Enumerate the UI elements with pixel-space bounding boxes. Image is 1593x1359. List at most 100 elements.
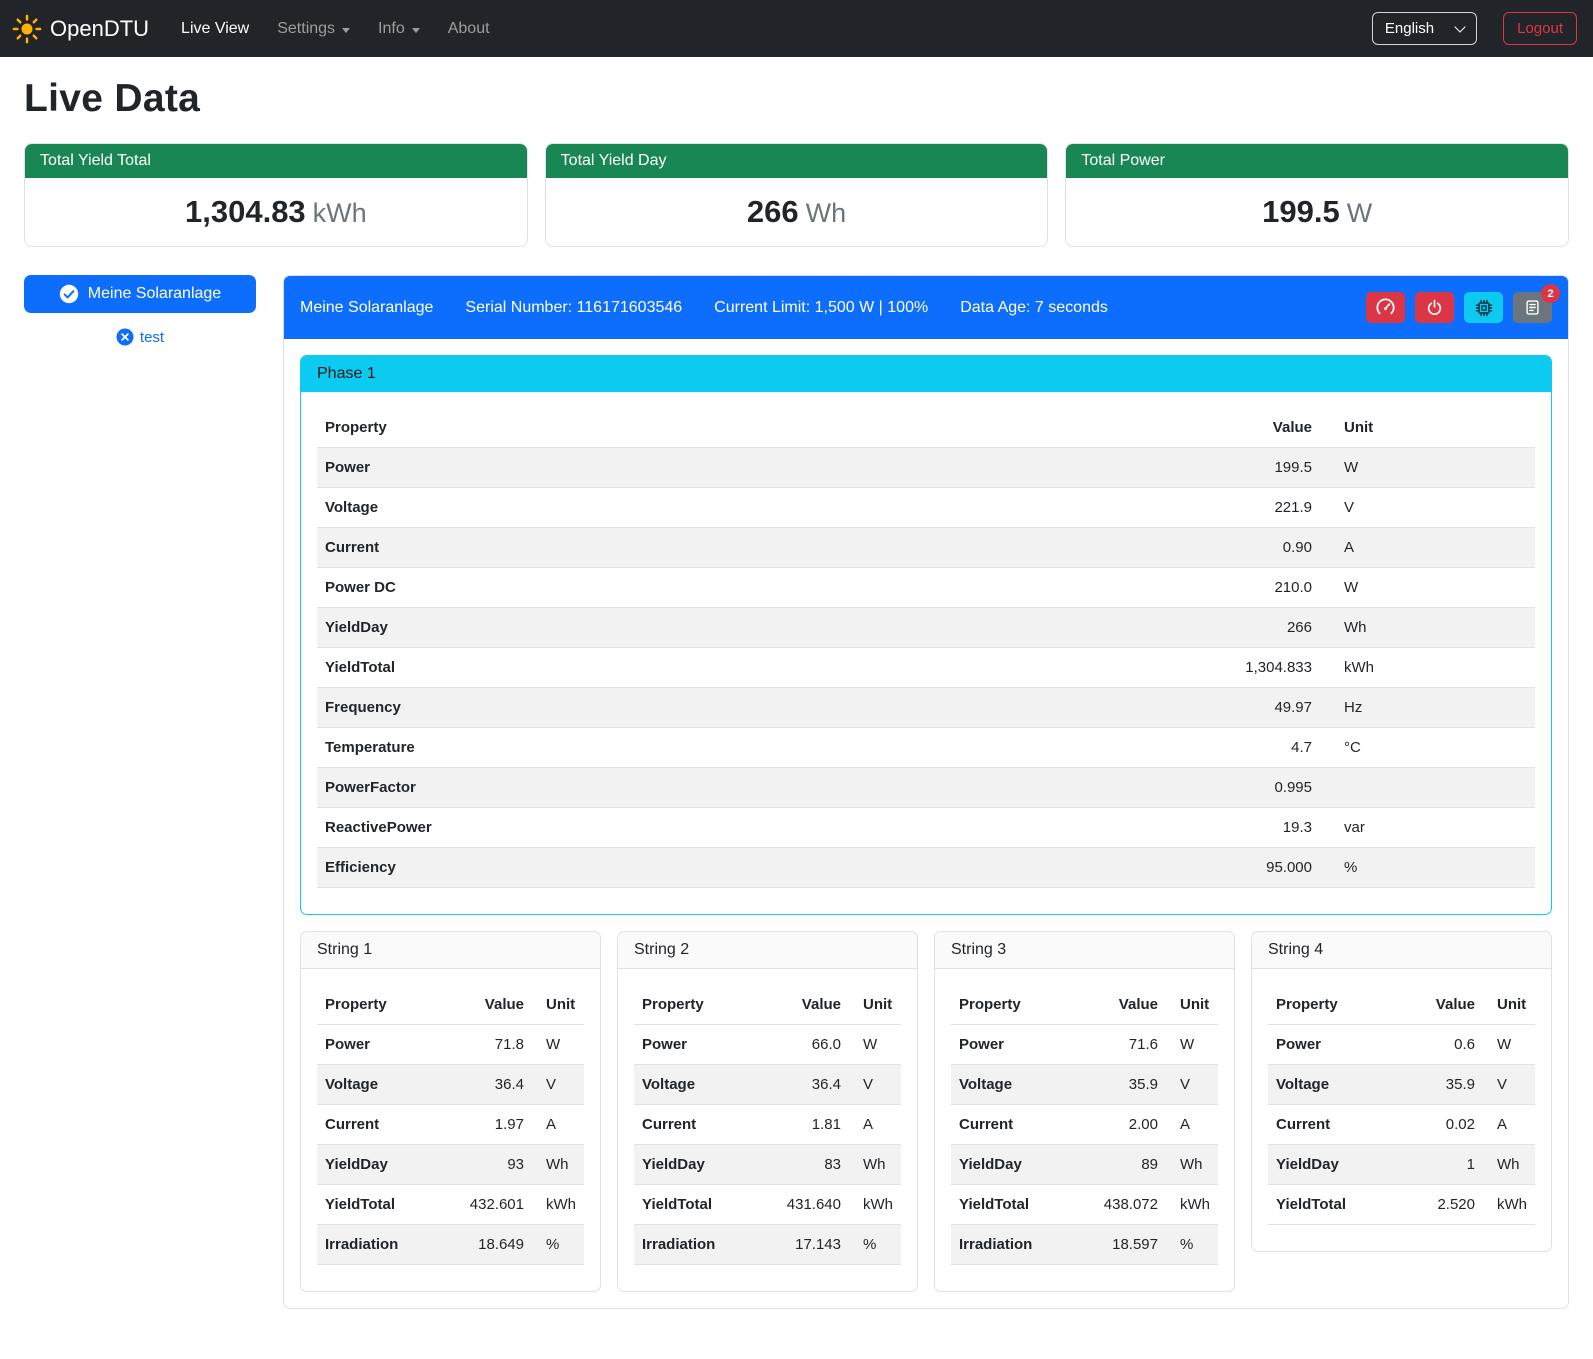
brand-logo[interactable]: OpenDTU	[12, 14, 149, 44]
value-cell: 199.5	[916, 448, 1320, 488]
navbar-right: English Logout	[1372, 12, 1577, 45]
unit-cell: V	[1483, 1065, 1535, 1105]
value-cell: 1.97	[437, 1105, 532, 1145]
unit-cell: kWh	[1166, 1185, 1218, 1225]
caret-down-icon	[342, 28, 350, 33]
unit-cell: W	[1166, 1025, 1218, 1065]
property-cell: Current	[317, 528, 916, 568]
inverter-card: Meine Solaranlage Serial Number: 1161716…	[283, 275, 1569, 1309]
col-header-property: Property	[1268, 985, 1399, 1025]
event-count-badge: 2	[1541, 284, 1560, 303]
string-table: Property Value Unit Power71.6WVoltage35.…	[951, 985, 1218, 1265]
unit-cell: W	[1483, 1025, 1535, 1065]
property-cell: Power	[317, 1025, 437, 1065]
table-row: YieldDay266Wh	[317, 608, 1535, 648]
table-row: YieldTotal432.601kWh	[317, 1185, 584, 1225]
table-header-row: Property Value Unit	[634, 985, 901, 1025]
property-cell: Current	[317, 1105, 437, 1145]
unit-cell: kWh	[1320, 648, 1535, 688]
limit-settings-button[interactable]	[1366, 292, 1405, 323]
value-cell: 431.640	[754, 1185, 849, 1225]
table-row: Efficiency95.000%	[317, 848, 1535, 888]
logout-button[interactable]: Logout	[1503, 12, 1577, 45]
col-header-unit: Unit	[1483, 985, 1535, 1025]
nav-item-settings[interactable]: Settings	[263, 12, 364, 46]
nav-item-about[interactable]: About	[434, 12, 504, 46]
unit-cell: A	[1483, 1105, 1535, 1145]
property-cell: Power	[1268, 1025, 1399, 1065]
table-row: Power71.8W	[317, 1025, 584, 1065]
nav-label: Live View	[181, 20, 249, 38]
table-row: Power71.6W	[951, 1025, 1218, 1065]
table-row: Current2.00A	[951, 1105, 1218, 1145]
property-cell: YieldTotal	[634, 1185, 754, 1225]
sidebar-item-test-inverter[interactable]: test	[24, 328, 256, 346]
property-cell: Voltage	[317, 488, 916, 528]
nav-item-live-view[interactable]: Live View	[167, 12, 263, 46]
table-row: Current1.97A	[317, 1105, 584, 1145]
col-header-unit: Unit	[1320, 408, 1535, 448]
nav-item-info[interactable]: Info	[364, 12, 434, 46]
event-log-button[interactable]: 2	[1513, 292, 1552, 323]
property-cell: Power DC	[317, 568, 916, 608]
col-header-value: Value	[1071, 985, 1166, 1025]
property-cell: ReactivePower	[317, 808, 916, 848]
value-cell: 35.9	[1399, 1065, 1483, 1105]
unit-cell: V	[849, 1065, 901, 1105]
table-row: Current1.81A	[634, 1105, 901, 1145]
card-total-power: Total Power 199.5W	[1065, 143, 1569, 247]
property-cell: YieldDay	[951, 1145, 1071, 1185]
unit-cell: Wh	[1166, 1145, 1218, 1185]
value-cell: 71.6	[1071, 1025, 1166, 1065]
string-card-3: String 3 Property Value Unit	[934, 931, 1235, 1292]
col-header-property: Property	[951, 985, 1071, 1025]
unit-cell: W	[849, 1025, 901, 1065]
table-row: Frequency49.97Hz	[317, 688, 1535, 728]
table-row: Temperature4.7°C	[317, 728, 1535, 768]
table-header-row: Property Value Unit	[1268, 985, 1535, 1025]
unit-cell: W	[1320, 568, 1535, 608]
table-row: ReactivePower19.3var	[317, 808, 1535, 848]
value-cell: 4.7	[916, 728, 1320, 768]
unit-cell: %	[1166, 1225, 1218, 1265]
value-cell: 35.9	[1071, 1065, 1166, 1105]
property-cell: Voltage	[1268, 1065, 1399, 1105]
table-row: YieldTotal438.072kWh	[951, 1185, 1218, 1225]
value-cell: 95.000	[916, 848, 1320, 888]
value-cell: 0.90	[916, 528, 1320, 568]
unit-cell: Wh	[1320, 608, 1535, 648]
unit-cell: A	[532, 1105, 584, 1145]
sidebar-item-label: test	[140, 329, 164, 346]
table-row: Power199.5W	[317, 448, 1535, 488]
value-cell: 0.6	[1399, 1025, 1483, 1065]
table-row: Voltage36.4V	[317, 1065, 584, 1105]
device-info-button[interactable]	[1464, 292, 1503, 323]
property-cell: YieldDay	[317, 1145, 437, 1185]
table-row: YieldDay93Wh	[317, 1145, 584, 1185]
string-card-4: String 4 Property Value Unit	[1251, 931, 1552, 1252]
property-cell: YieldTotal	[951, 1185, 1071, 1225]
table-row: PowerFactor0.995	[317, 768, 1535, 808]
inverter-data-age: Data Age: 7 seconds	[960, 299, 1108, 317]
col-header-unit: Unit	[532, 985, 584, 1025]
table-row: YieldDay1Wh	[1268, 1145, 1535, 1185]
property-cell: Power	[317, 448, 916, 488]
unit-cell: V	[1320, 488, 1535, 528]
unit-cell: %	[849, 1225, 901, 1265]
string-card-body: Property Value Unit Power0.6W Voltage35.9…	[1252, 969, 1551, 1251]
col-header-unit: Unit	[1166, 985, 1218, 1025]
sun-icon	[12, 14, 42, 44]
property-cell: Power	[951, 1025, 1071, 1065]
string-card-title: String 2	[618, 932, 917, 969]
power-toggle-button[interactable]	[1415, 292, 1454, 323]
nav-label: Settings	[277, 20, 335, 38]
table-row: Voltage35.9V	[951, 1065, 1218, 1105]
col-header-value: Value	[1399, 985, 1483, 1025]
cpu-icon	[1475, 299, 1493, 317]
sidebar-item-selected-inverter[interactable]: Meine Solaranlage	[24, 275, 256, 313]
property-cell: Temperature	[317, 728, 916, 768]
strings-row: String 1 Property Value Unit	[300, 931, 1552, 1292]
language-select[interactable]: English	[1372, 12, 1477, 45]
table-row: Voltage221.9V	[317, 488, 1535, 528]
property-cell: YieldDay	[1268, 1145, 1399, 1185]
